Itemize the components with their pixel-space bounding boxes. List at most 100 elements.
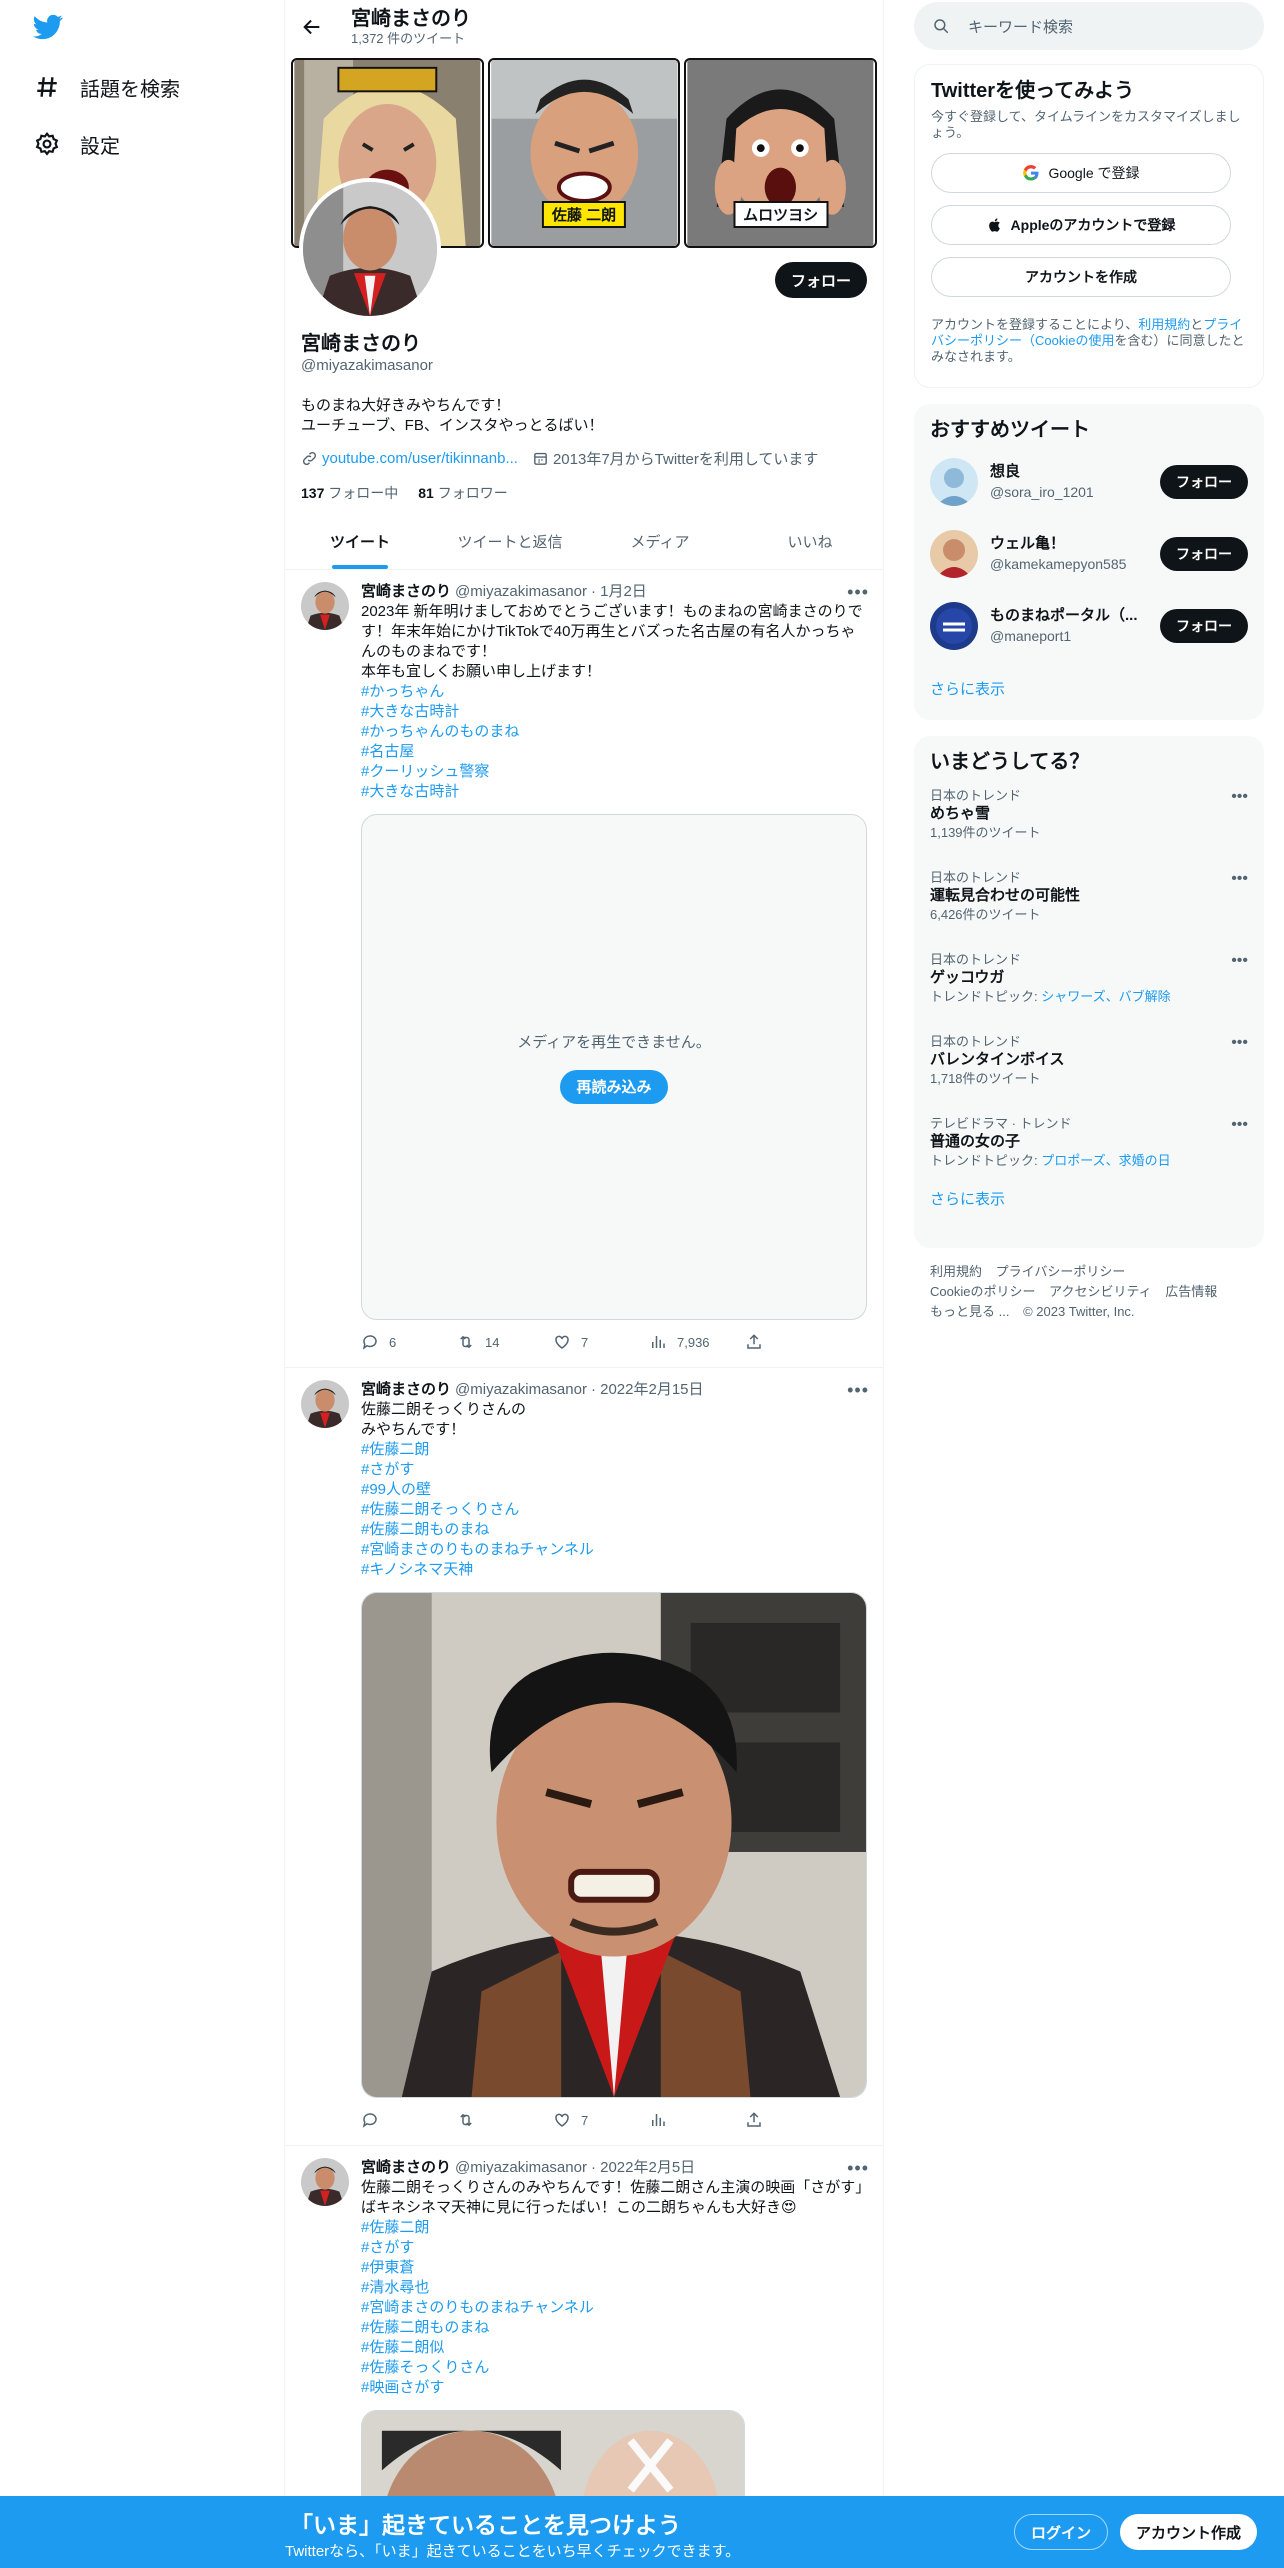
create-account-button[interactable]: アカウントを作成: [931, 257, 1231, 297]
more-icon[interactable]: •••: [1231, 788, 1248, 806]
reply-button[interactable]: 6: [361, 1333, 457, 1351]
hashtag-link[interactable]: #名古屋: [361, 742, 869, 762]
back-arrow-icon[interactable]: [301, 16, 323, 38]
terms-link[interactable]: 利用規約: [1138, 317, 1190, 332]
hashtag-link[interactable]: #99人の壁: [361, 1480, 869, 1500]
tab-tweets-replies[interactable]: ツイートと返信: [435, 514, 585, 569]
tweet[interactable]: ••• 宮崎まさのり @miyazakimasanor · 2022年2月15日…: [285, 1368, 883, 2146]
hashtag-link[interactable]: #クーリッシュ警察: [361, 762, 869, 782]
tweet-date[interactable]: · 2022年2月5日: [591, 2158, 695, 2178]
follow-button[interactable]: フォロー: [774, 262, 867, 298]
search-input[interactable]: キーワード検索: [968, 16, 1073, 37]
trend-item[interactable]: 日本のトレンド 運転見合わせの可能性 6,426件のツイート •••: [914, 858, 1264, 940]
hashtag-link[interactable]: #大きな古時計: [361, 782, 869, 802]
profile-link[interactable]: youtube.com/user/tikinnanb...: [322, 450, 518, 467]
footer-link[interactable]: もっと見る ...: [930, 1304, 1009, 1319]
tweet-date[interactable]: · 1月2日: [591, 582, 647, 602]
hashtag-link[interactable]: #さがす: [361, 2238, 869, 2258]
hashtag-link[interactable]: #佐藤二朗: [361, 1440, 869, 1460]
tab-likes[interactable]: いいね: [735, 514, 883, 569]
hashtag-link[interactable]: #さがす: [361, 1460, 869, 1480]
tweet-author-name[interactable]: 宮崎まさのり: [361, 582, 451, 602]
like-button[interactable]: 7: [553, 2111, 649, 2129]
retweet-button[interactable]: [457, 2111, 553, 2129]
more-icon[interactable]: •••: [847, 582, 869, 603]
trend-item[interactable]: テレビドラマ · トレンド 普通の女の子 トレンドトピック: プロポーズ、求婚の…: [914, 1104, 1264, 1186]
hashtag-link[interactable]: #宮崎まさのりものまねチャンネル: [361, 1540, 869, 1560]
tweet-author-handle[interactable]: @miyazakimasanor: [455, 2158, 587, 2178]
more-icon[interactable]: •••: [1231, 870, 1248, 888]
hashtag-link[interactable]: #佐藤二朗ものまね: [361, 1520, 869, 1540]
tweet-avatar[interactable]: [301, 582, 349, 630]
signup-button[interactable]: アカウント作成: [1120, 2514, 1258, 2550]
views-button[interactable]: [649, 2111, 745, 2129]
recommended-follow-button[interactable]: フォロー: [1160, 537, 1248, 571]
tweet-date[interactable]: · 2022年2月15日: [591, 1380, 704, 1400]
hashtag-link[interactable]: #佐藤二朗ものまね: [361, 2318, 869, 2338]
more-icon[interactable]: •••: [847, 2158, 869, 2179]
tweet-author-name[interactable]: 宮崎まさのり: [361, 2158, 451, 2178]
search-bar[interactable]: キーワード検索: [914, 2, 1264, 50]
hashtag-link[interactable]: #かっちゃん: [361, 682, 869, 702]
profile-avatar[interactable]: [299, 178, 441, 320]
more-icon[interactable]: •••: [1231, 1034, 1248, 1052]
hashtag-link[interactable]: #佐藤二朗: [361, 2218, 869, 2238]
trend-item[interactable]: 日本のトレンド めちゃ雪 1,139件のツイート •••: [914, 776, 1264, 858]
recommended-follow-button[interactable]: フォロー: [1160, 465, 1248, 499]
tweet-avatar[interactable]: [301, 1380, 349, 1428]
tab-media[interactable]: メディア: [585, 514, 735, 569]
hashtag-link[interactable]: #佐藤二朗そっくりさん: [361, 1500, 869, 1520]
reload-button[interactable]: 再読み込み: [560, 1069, 668, 1104]
hashtag-link[interactable]: #キノシネマ天神: [361, 1560, 869, 1580]
like-button[interactable]: 7: [553, 1333, 649, 1351]
recommended-user[interactable]: ウェル亀！ @kamekamepyon585 フォロー: [914, 518, 1264, 590]
footer-link[interactable]: 広告情報: [1165, 1284, 1217, 1299]
tweet-author-handle[interactable]: @miyazakimasanor: [455, 1380, 587, 1400]
recommended-user[interactable]: 想良 @sora_iro_1201 フォロー: [914, 446, 1264, 518]
trend-related-links[interactable]: プロポーズ、求婚の日: [1041, 1153, 1170, 1168]
nav-explore[interactable]: 話題を検索: [34, 67, 180, 107]
footer-link[interactable]: 利用規約: [930, 1264, 982, 1279]
apple-signup-button[interactable]: Appleのアカウントで登録: [931, 205, 1231, 245]
views-button[interactable]: 7,936: [649, 1333, 745, 1351]
hashtag-link[interactable]: #佐藤そっくりさん: [361, 2358, 869, 2378]
google-signup-button[interactable]: Google で登録: [931, 153, 1231, 193]
trends-show-more[interactable]: さらに表示: [914, 1188, 1264, 1209]
followers-link[interactable]: 81 フォロワー: [418, 483, 507, 503]
nav-settings[interactable]: 設定: [34, 124, 120, 164]
more-icon[interactable]: •••: [1231, 952, 1248, 970]
tab-tweets[interactable]: ツイート: [285, 514, 435, 569]
hashtag-link[interactable]: #清水尋也: [361, 2278, 869, 2298]
recommended-show-more[interactable]: さらに表示: [914, 678, 1264, 699]
tweet-photo[interactable]: [361, 1592, 867, 2098]
login-button[interactable]: ログイン: [1014, 2514, 1109, 2550]
tweet[interactable]: ••• 宮崎まさのり @miyazakimasanor · 1月2日 2023年…: [285, 570, 883, 1368]
hashtag-link[interactable]: #伊東蒼: [361, 2258, 869, 2278]
tweet-avatar[interactable]: [301, 2158, 349, 2206]
trend-item[interactable]: 日本のトレンド ゲッコウガ トレンドトピック: シャワーズ、バブ解除 •••: [914, 940, 1264, 1022]
following-link[interactable]: 137 フォロー中: [301, 483, 398, 503]
retweet-button[interactable]: 14: [457, 1333, 553, 1351]
recommended-follow-button[interactable]: フォロー: [1160, 609, 1248, 643]
tweet-author-name[interactable]: 宮崎まさのり: [361, 1380, 451, 1400]
share-button[interactable]: [745, 2111, 841, 2129]
share-button[interactable]: [745, 1333, 841, 1351]
profile-link-item[interactable]: youtube.com/user/tikinnanb...: [301, 450, 518, 467]
hashtag-link[interactable]: #佐藤二朗似: [361, 2338, 869, 2358]
trend-item[interactable]: 日本のトレンド バレンタインボイス 1,718件のツイート •••: [914, 1022, 1264, 1104]
trend-related-links[interactable]: シャワーズ、バブ解除: [1041, 989, 1170, 1004]
hashtag-link[interactable]: #宮崎まさのりものまねチャンネル: [361, 2298, 869, 2318]
footer-link[interactable]: プライバシーポリシー: [996, 1264, 1126, 1279]
tweet-author-handle[interactable]: @miyazakimasanor: [455, 582, 587, 602]
hashtag-link[interactable]: #かっちゃんのものまね: [361, 722, 869, 742]
footer-link[interactable]: アクセシビリティ: [1049, 1284, 1152, 1299]
recommended-user[interactable]: ものまねポータル（... @maneport1 フォロー: [914, 590, 1264, 662]
hashtag-link[interactable]: #大きな古時計: [361, 702, 869, 722]
hashtag-link[interactable]: #映画さがす: [361, 2378, 869, 2398]
twitter-logo-icon[interactable]: [30, 12, 66, 42]
banner-label-jiro: 佐藤 二朗: [541, 201, 627, 228]
footer-link[interactable]: Cookieのポリシー: [930, 1284, 1035, 1299]
more-icon[interactable]: •••: [1231, 1116, 1248, 1134]
more-icon[interactable]: •••: [847, 1380, 869, 1401]
reply-button[interactable]: [361, 2111, 457, 2129]
